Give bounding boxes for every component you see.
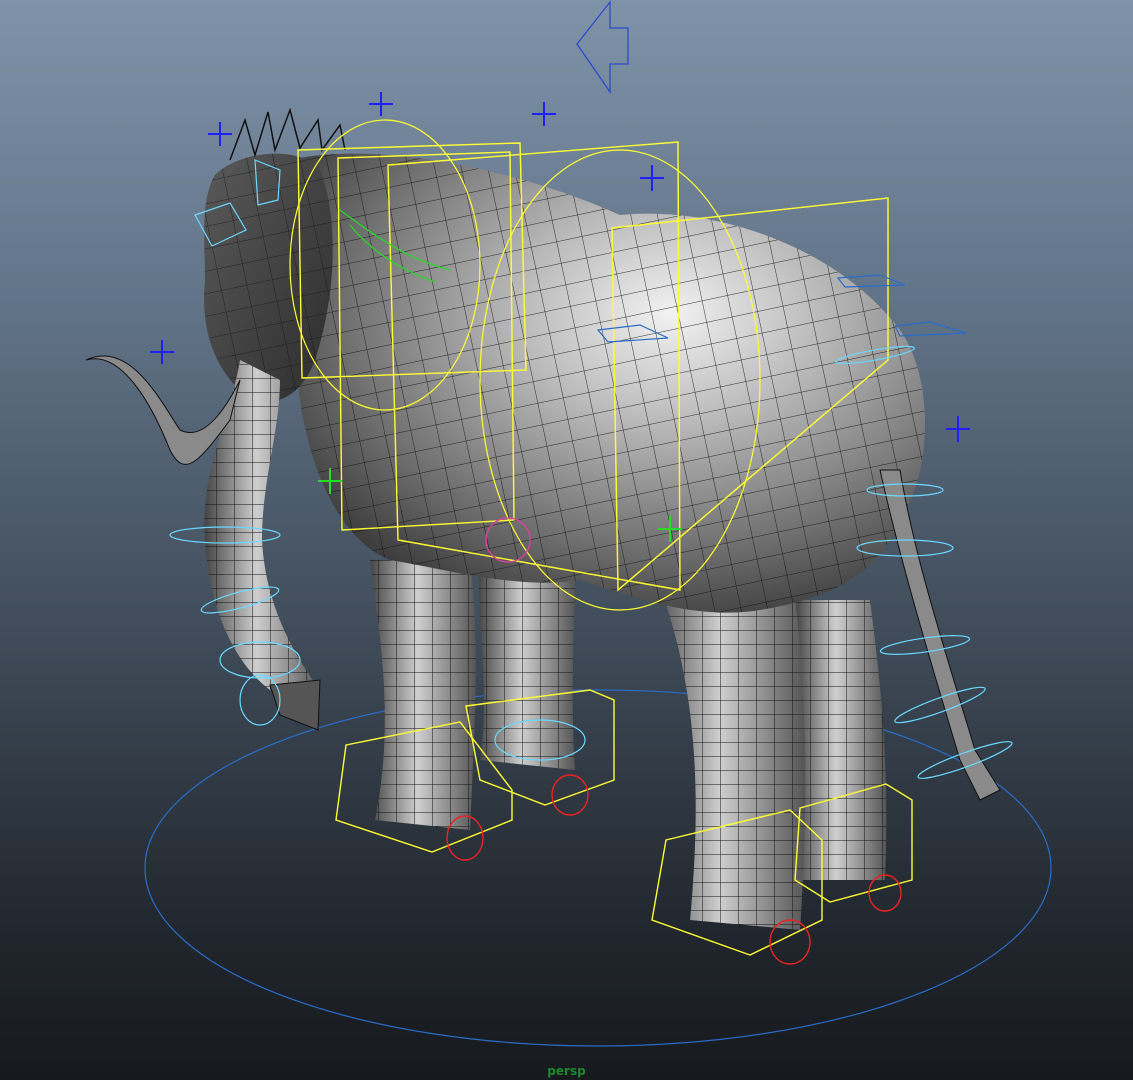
camera-label: persp	[547, 1064, 586, 1078]
scene-canvas[interactable]	[0, 0, 1133, 1080]
elephant-body-mesh[interactable]	[288, 153, 926, 613]
ground-control-circle[interactable]	[144, 689, 1052, 1047]
elephant-legs[interactable]	[370, 560, 887, 930]
elephant-tail-mesh[interactable]	[879, 469, 1001, 801]
direction-arrow-icon[interactable]	[576, 0, 629, 95]
maya-perspective-viewport[interactable]: persp	[0, 0, 1133, 1080]
